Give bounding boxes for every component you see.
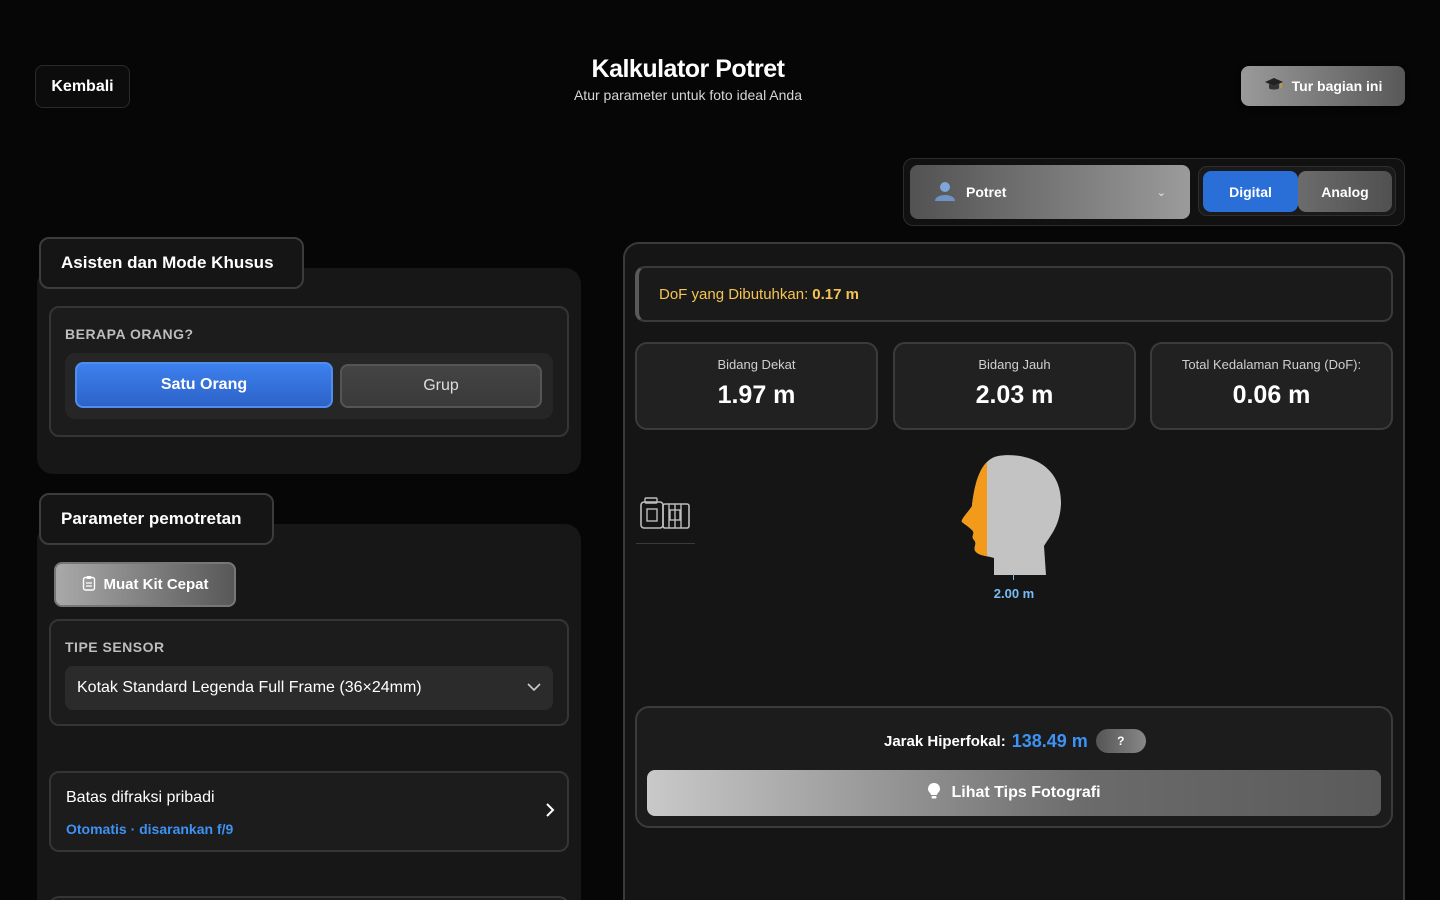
quick-kit-label: Muat Kit Cepat — [103, 576, 209, 593]
photo-tips-button[interactable]: Lihat Tips Fotografi — [647, 770, 1381, 816]
chevron-down-icon — [527, 679, 541, 697]
graduation-cap-icon — [1264, 77, 1284, 96]
page-subtitle: Atur parameter untuk foto ideal Anda — [573, 87, 803, 103]
subject-distance-tick — [1013, 574, 1014, 580]
subject-distance-label: 2.00 m — [993, 586, 1035, 601]
diffraction-subtitle: Otomatis · disarankan f/9 — [66, 821, 234, 837]
near-field-label: Bidang Dekat — [717, 357, 796, 372]
diffraction-limit-row[interactable]: Batas difraksi pribadi Otomatis · disara… — [49, 771, 569, 852]
chevron-down-icon: ⌄ — [1156, 186, 1166, 199]
camera-icon — [639, 496, 691, 532]
diffraction-title: Batas difraksi pribadi — [66, 789, 215, 806]
total-dof-label: Total Kedalaman Ruang (DoF): — [1181, 357, 1362, 372]
tour-button-label: Tur bagian ini — [1291, 78, 1383, 94]
mode-select[interactable]: Potret ⌄ — [910, 165, 1190, 219]
sensor-type-label: TIPE SENSOR — [65, 639, 165, 655]
clipboard-icon — [82, 575, 96, 595]
chevron-right-icon — [545, 801, 555, 824]
hyperfocal-label: Jarak Hiperfokal: — [884, 732, 1006, 750]
required-dof-value: 0.17 m — [812, 285, 859, 303]
group-button[interactable]: Grup — [340, 364, 542, 408]
sensor-type-select[interactable]: Kotak Standard Legenda Full Frame (36×24… — [65, 666, 553, 710]
back-button[interactable]: Kembali — [35, 65, 130, 108]
required-dof-label: DoF yang Dibutuhkan: — [659, 285, 809, 303]
required-dof-banner: DoF yang Dibutuhkan: 0.17 m — [635, 266, 1393, 322]
photo-tips-label: Lihat Tips Fotografi — [951, 784, 1101, 801]
far-field-label: Bidang Jauh — [978, 357, 1051, 372]
page-header: Kalkulator Potret Atur parameter untuk f… — [520, 55, 856, 103]
parameters-section-title: Parameter pemotretan — [39, 493, 274, 545]
far-field-card: Bidang Jauh 2.03 m — [893, 342, 1136, 430]
near-field-card: Bidang Dekat 1.97 m — [635, 342, 878, 430]
total-dof-card: Total Kedalaman Ruang (DoF): 0.06 m — [1150, 342, 1393, 430]
sensor-type-value: Kotak Standard Legenda Full Frame (36×24… — [77, 679, 422, 696]
format-digital-button[interactable]: Digital — [1203, 171, 1298, 212]
people-count-label: BERAPA ORANG? — [65, 326, 194, 342]
assistant-section-title: Asisten dan Mode Khusus — [39, 237, 304, 289]
page-title: Kalkulator Potret — [591, 55, 785, 83]
person-icon — [934, 181, 956, 204]
hyperfocal-value: 138.49 m — [1011, 730, 1088, 751]
near-field-value: 1.97 m — [717, 381, 796, 409]
single-person-button[interactable]: Satu Orang — [75, 362, 333, 408]
next-card-edge — [49, 896, 569, 900]
far-field-value: 2.03 m — [975, 381, 1054, 409]
quick-kit-button[interactable]: Muat Kit Cepat — [54, 562, 236, 607]
camera-baseline — [636, 543, 695, 544]
format-analog-button[interactable]: Analog — [1298, 171, 1392, 212]
subject-head-icon — [958, 454, 1064, 578]
hyperfocal-help-button[interactable]: ? — [1095, 729, 1146, 753]
total-dof-value: 0.06 m — [1232, 381, 1311, 409]
tour-button[interactable]: Tur bagian ini — [1241, 66, 1405, 106]
mode-select-value: Potret — [966, 184, 1007, 200]
lightbulb-icon — [927, 782, 941, 805]
hyperfocal-row: Jarak Hiperfokal: 138.49 m ? — [884, 728, 1146, 754]
